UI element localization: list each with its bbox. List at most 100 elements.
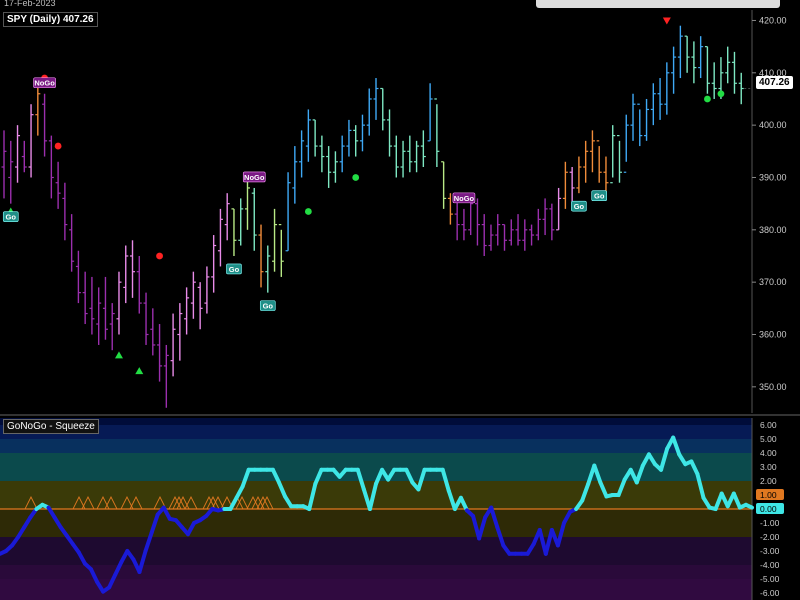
date-label: 17-Feb-2023 (4, 0, 56, 8)
price-bar (481, 214, 487, 256)
signal-dot (54, 142, 62, 150)
go-label: Go (259, 300, 276, 311)
price-tick-label: 420.00 (759, 15, 787, 25)
price-bar (447, 193, 453, 225)
price-bar (434, 98, 440, 168)
price-bar (109, 303, 115, 351)
price-bar (157, 324, 163, 382)
price-tick-label: 360.00 (759, 329, 787, 339)
price-bar (535, 208, 541, 241)
price-bar (610, 125, 616, 184)
price-bar (725, 46, 731, 84)
price-bar (258, 224, 264, 288)
price-bar (569, 167, 575, 204)
signal-triangle-up (135, 367, 144, 375)
price-bar (671, 46, 677, 94)
price-bar (143, 292, 149, 345)
oscillator-tick-label: 6.00 (760, 420, 777, 430)
horizontal-scrollbar[interactable] (536, 0, 780, 8)
price-bar (123, 245, 129, 304)
price-bar (62, 182, 68, 241)
label-text: Go (263, 302, 274, 311)
price-bar (495, 214, 501, 246)
label-text: Go (6, 213, 17, 222)
go-label: Go (591, 190, 608, 202)
price-bar (150, 308, 156, 356)
price-bar (373, 78, 379, 120)
signal-dot (156, 252, 163, 260)
top-bar: 17-Feb-2023 (0, 0, 800, 10)
price-bar (556, 187, 562, 231)
price-bar (244, 177, 250, 230)
price-bar (265, 245, 271, 293)
signal-dot (704, 95, 711, 103)
price-bar (251, 187, 257, 251)
price-bar (163, 344, 169, 408)
price-bar (529, 224, 535, 246)
oscillator-tick-label: -1.00 (760, 518, 780, 528)
signal-triangle-down (662, 17, 671, 25)
signal-dot (352, 174, 360, 181)
price-bar (272, 208, 278, 272)
price-bar (319, 135, 325, 173)
price-bar (583, 140, 589, 183)
price-bar (292, 146, 298, 204)
price-bar (522, 219, 528, 251)
signal-dot (717, 90, 725, 98)
price-bar (562, 161, 568, 209)
label-text: NoGo (454, 194, 475, 203)
price-bar (623, 114, 629, 173)
price-bar (75, 250, 81, 304)
price-bar (657, 78, 663, 120)
price-tick-label: 380.00 (759, 225, 787, 235)
nogo-label: NoGo (452, 192, 476, 204)
oscillator-title[interactable]: GoNoGo - Squeeze (3, 419, 99, 434)
label-text: Go (594, 192, 605, 201)
price-bar (217, 208, 223, 267)
price-bar (136, 255, 142, 314)
oscillator-zone (0, 537, 752, 565)
price-bar (704, 46, 710, 94)
label-text: Go (574, 202, 585, 211)
price-bar (515, 214, 521, 246)
price-bar (359, 114, 365, 152)
oscillator-tick-label: 4.00 (760, 448, 777, 458)
price-bar (116, 271, 122, 335)
nogo-label: NoGo (33, 77, 56, 89)
price-bar (42, 93, 48, 157)
price-bar (393, 135, 399, 178)
price-bar (603, 156, 609, 194)
go-label: Go (571, 200, 587, 212)
price-bar (278, 223, 284, 277)
price-bar (312, 119, 318, 157)
price-bar (549, 203, 555, 241)
price-bar (15, 125, 21, 183)
price-bar (8, 140, 14, 204)
price-bar (420, 130, 426, 168)
price-bar (170, 313, 176, 377)
price-bar (1, 130, 7, 199)
oscillator-tick-label: -2.00 (760, 532, 780, 542)
price-bar (677, 25, 683, 79)
price-bar (197, 282, 203, 330)
price-bar (474, 198, 480, 246)
price-bar (644, 98, 650, 141)
price-tick-label: 350.00 (759, 382, 787, 392)
price-bar (82, 271, 88, 325)
price-tick-label: 400.00 (759, 120, 787, 130)
price-bar (576, 156, 582, 194)
oscillator-panel: 6.00 5.00 4.00 3.00 2.00 -1.00 -2.00 -3.00 -4.00… (0, 418, 784, 600)
price-bar (184, 287, 190, 335)
price-bar (502, 223, 508, 251)
oscillator-tick-label: -4.00 (760, 560, 780, 570)
price-bar (48, 135, 54, 199)
price-panel: 350.00360.00370.00380.00390.00400.00410.… (0, 10, 800, 416)
price-bar (596, 140, 602, 183)
oscillator-tick-label: 2.00 (760, 476, 777, 486)
oscillator-tick-label: 3.00 (760, 462, 777, 472)
price-bar (637, 103, 643, 147)
oscillator-zone (0, 509, 752, 537)
oscillator-zone (0, 439, 752, 453)
price-bar (102, 276, 108, 340)
price-bar (339, 135, 345, 173)
